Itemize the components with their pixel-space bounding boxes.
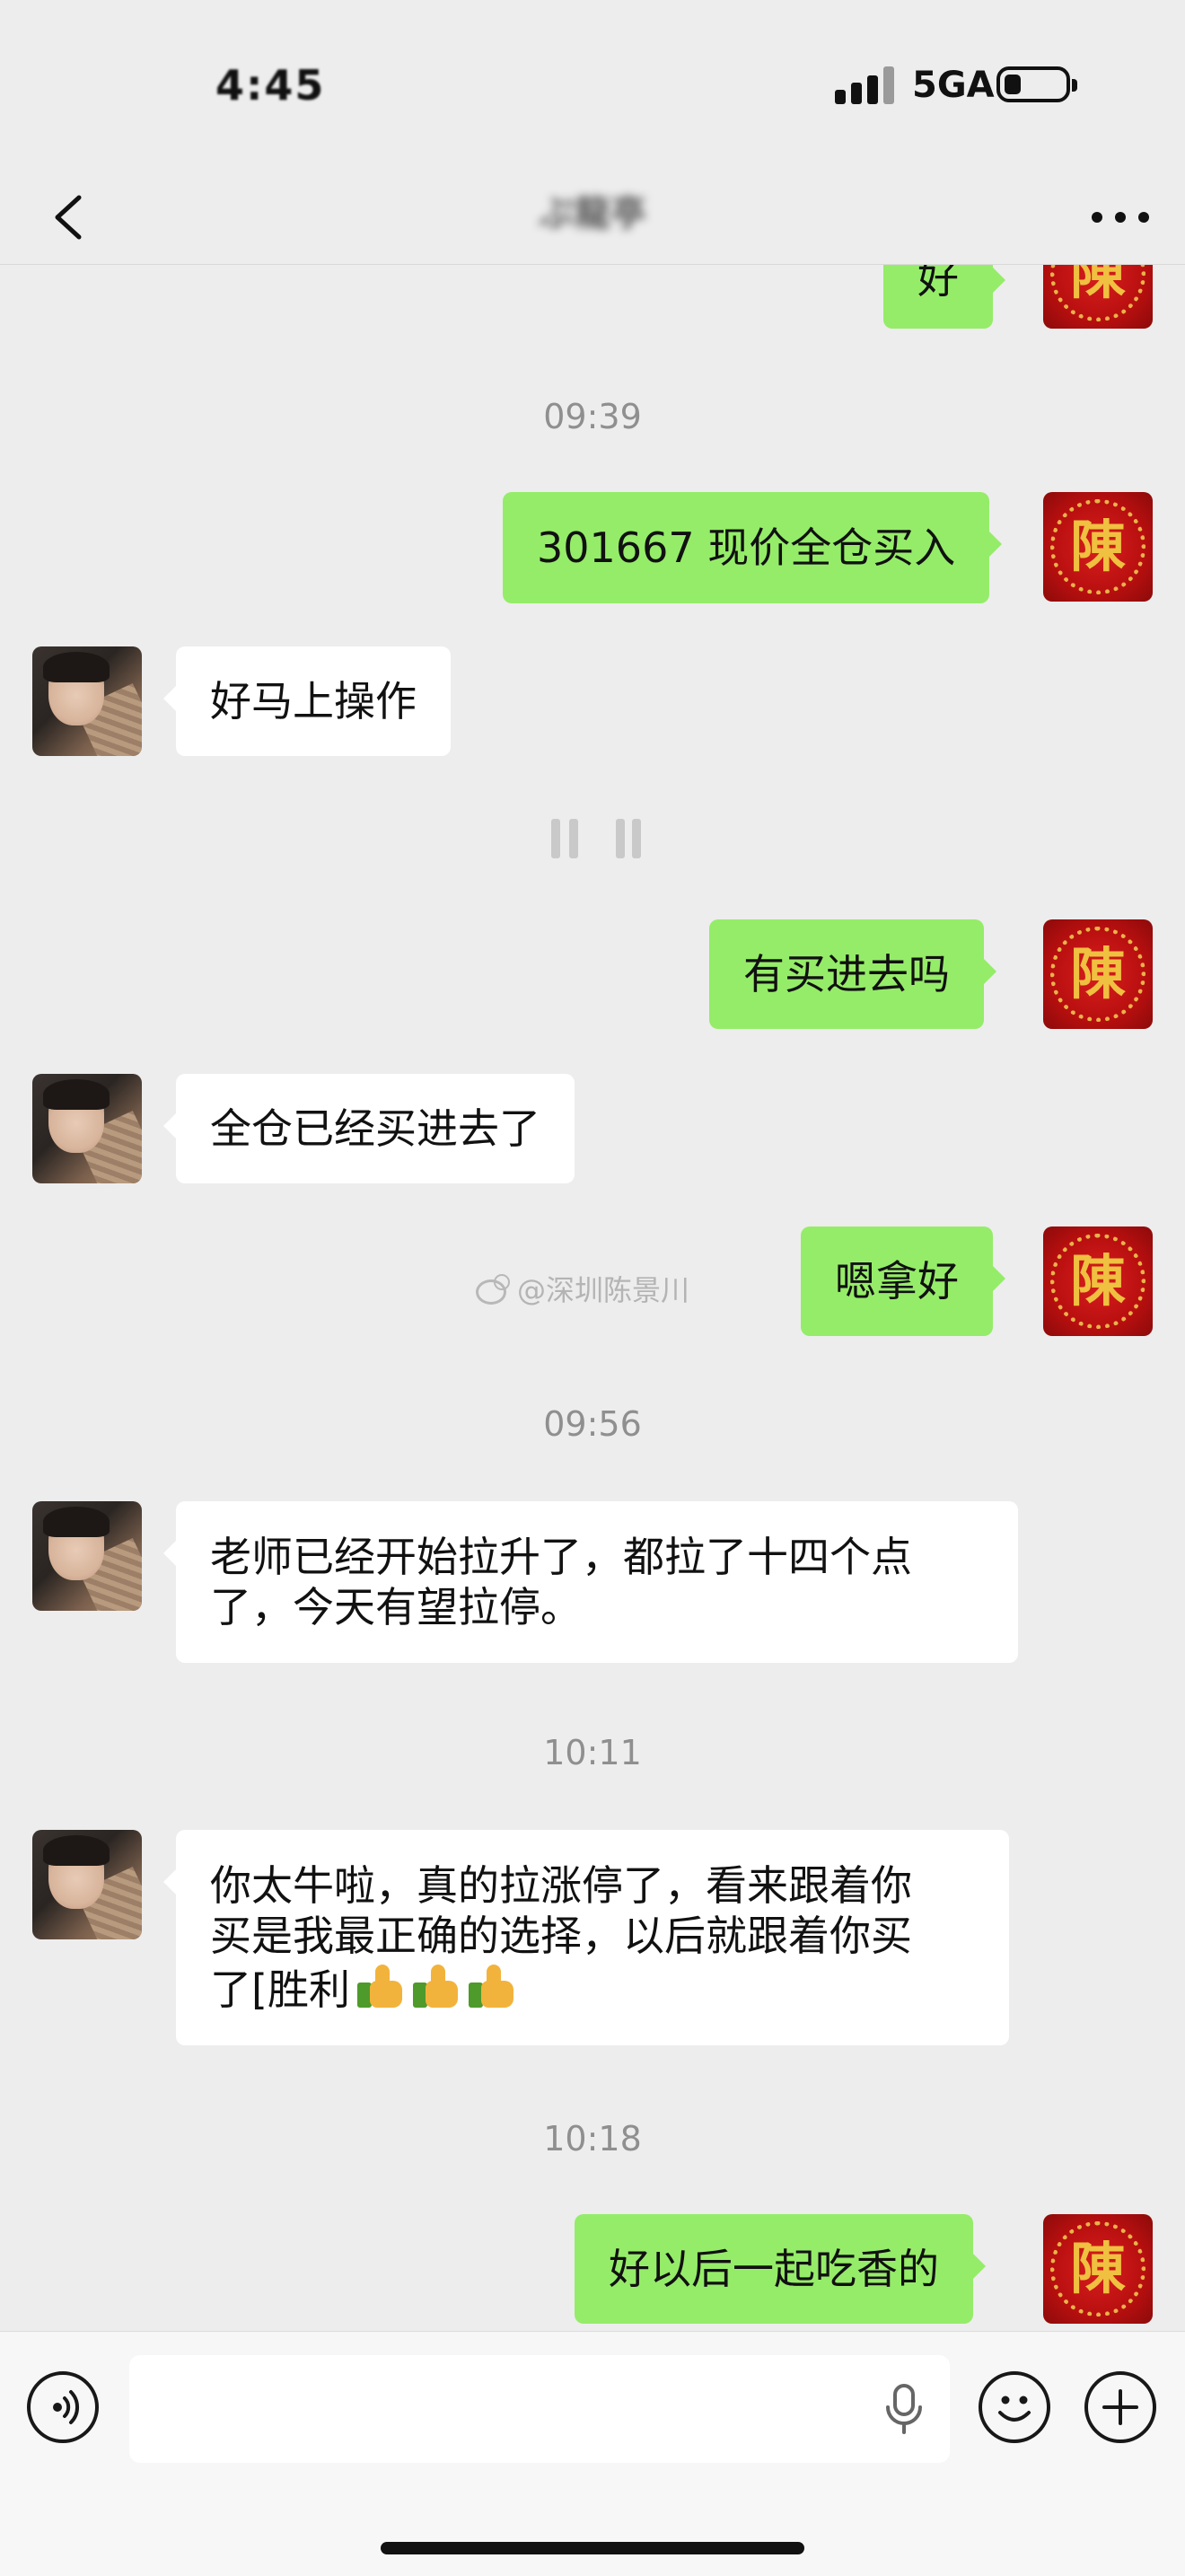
timestamp: 10:11 — [543, 1733, 642, 1772]
chevron-left-icon[interactable] — [43, 190, 97, 244]
message-bubble-outgoing[interactable]: 好 — [883, 264, 1005, 329]
avatar[interactable]: 陳 — [1043, 919, 1153, 1029]
voice-toggle-icon[interactable] — [27, 2371, 99, 2443]
watermark: @深圳陈景川 — [474, 1266, 689, 1311]
message-text-line: 买是我最正确的选择，以后就跟着你买 — [210, 1912, 912, 1960]
avatar[interactable] — [32, 1074, 142, 1183]
message-input[interactable] — [129, 2355, 950, 2463]
message-text-line: 你太牛啦，真的拉涨停了，看来跟着你 — [210, 1861, 912, 1910]
timestamp: 09:39 — [543, 397, 642, 436]
chat-title: ぷ龍亭 — [539, 193, 646, 234]
thumbs-up-icon — [411, 1961, 461, 2011]
watermark-text: @深圳陈景川 — [517, 1273, 690, 1307]
status-time: 4:45 — [215, 61, 326, 110]
message-text: 好以后一起吃香的 — [609, 2245, 939, 2293]
status-bar: 4:45 5GA — [0, 0, 1185, 171]
home-indicator[interactable] — [381, 2542, 804, 2554]
message-bubble-outgoing[interactable]: 有买进去吗 — [709, 919, 996, 1029]
avatar[interactable] — [32, 1501, 142, 1611]
avatar[interactable]: 陳 — [1043, 2214, 1153, 2324]
message-bubble-incoming[interactable]: 好马上操作 — [163, 646, 451, 756]
message-bubble-outgoing[interactable]: 嗯拿好 — [801, 1226, 1005, 1336]
signal-icon — [835, 65, 894, 104]
timestamp: 10:18 — [543, 2119, 642, 2158]
recalled-message-marker — [539, 819, 646, 858]
message-text: 好 — [917, 264, 959, 303]
message-text-line: 了，今天有望拉停。 — [210, 1583, 582, 1631]
network-label: 5GA — [912, 65, 995, 106]
thumbs-up-icon — [356, 1961, 406, 2011]
message-text-line: 老师已经开始拉升了，都拉了十四个点 — [210, 1533, 912, 1581]
message-list[interactable]: 好 陳 09:39 301667 现价全仓买入 陳 好马上操作 有买进去吗 陳 … — [0, 264, 1185, 2331]
emoji-icon[interactable] — [979, 2371, 1050, 2443]
more-dots-icon[interactable] — [1084, 198, 1156, 237]
message-text-line: 了[胜利 — [210, 1961, 975, 2015]
input-bar — [0, 2331, 1185, 2576]
message-text: 好马上操作 — [210, 677, 417, 725]
avatar[interactable] — [32, 646, 142, 756]
timestamp: 09:56 — [543, 1404, 642, 1444]
weibo-icon — [474, 1272, 512, 1305]
message-bubble-outgoing[interactable]: 好以后一起吃香的 — [575, 2214, 986, 2324]
message-bubble-incoming[interactable]: 你太牛啦，真的拉涨停了，看来跟着你 买是我最正确的选择，以后就跟着你买 了[胜利 — [163, 1830, 1009, 2045]
battery-icon — [996, 66, 1077, 102]
message-text: 嗯拿好 — [835, 1257, 959, 1306]
avatar[interactable]: 陳 — [1043, 492, 1153, 602]
message-bubble-outgoing[interactable]: 301667 现价全仓买入 — [503, 492, 1003, 603]
avatar[interactable]: 陳 — [1043, 264, 1153, 329]
message-text: 全仓已经买进去了 — [210, 1104, 540, 1153]
message-bubble-incoming[interactable]: 老师已经开始拉升了，都拉了十四个点 了，今天有望拉停。 — [163, 1501, 1018, 1663]
avatar[interactable] — [32, 1830, 142, 1939]
message-bubble-incoming[interactable]: 全仓已经买进去了 — [163, 1074, 575, 1183]
plus-icon[interactable] — [1084, 2371, 1156, 2443]
thumbs-up-icon — [467, 1961, 517, 2011]
message-text: 有买进去吗 — [743, 950, 950, 998]
message-text: 301667 现价全仓买入 — [537, 523, 956, 572]
avatar[interactable]: 陳 — [1043, 1226, 1153, 1336]
microphone-icon[interactable] — [883, 2382, 925, 2436]
chat-header: ぷ龍亭 — [0, 171, 1185, 265]
